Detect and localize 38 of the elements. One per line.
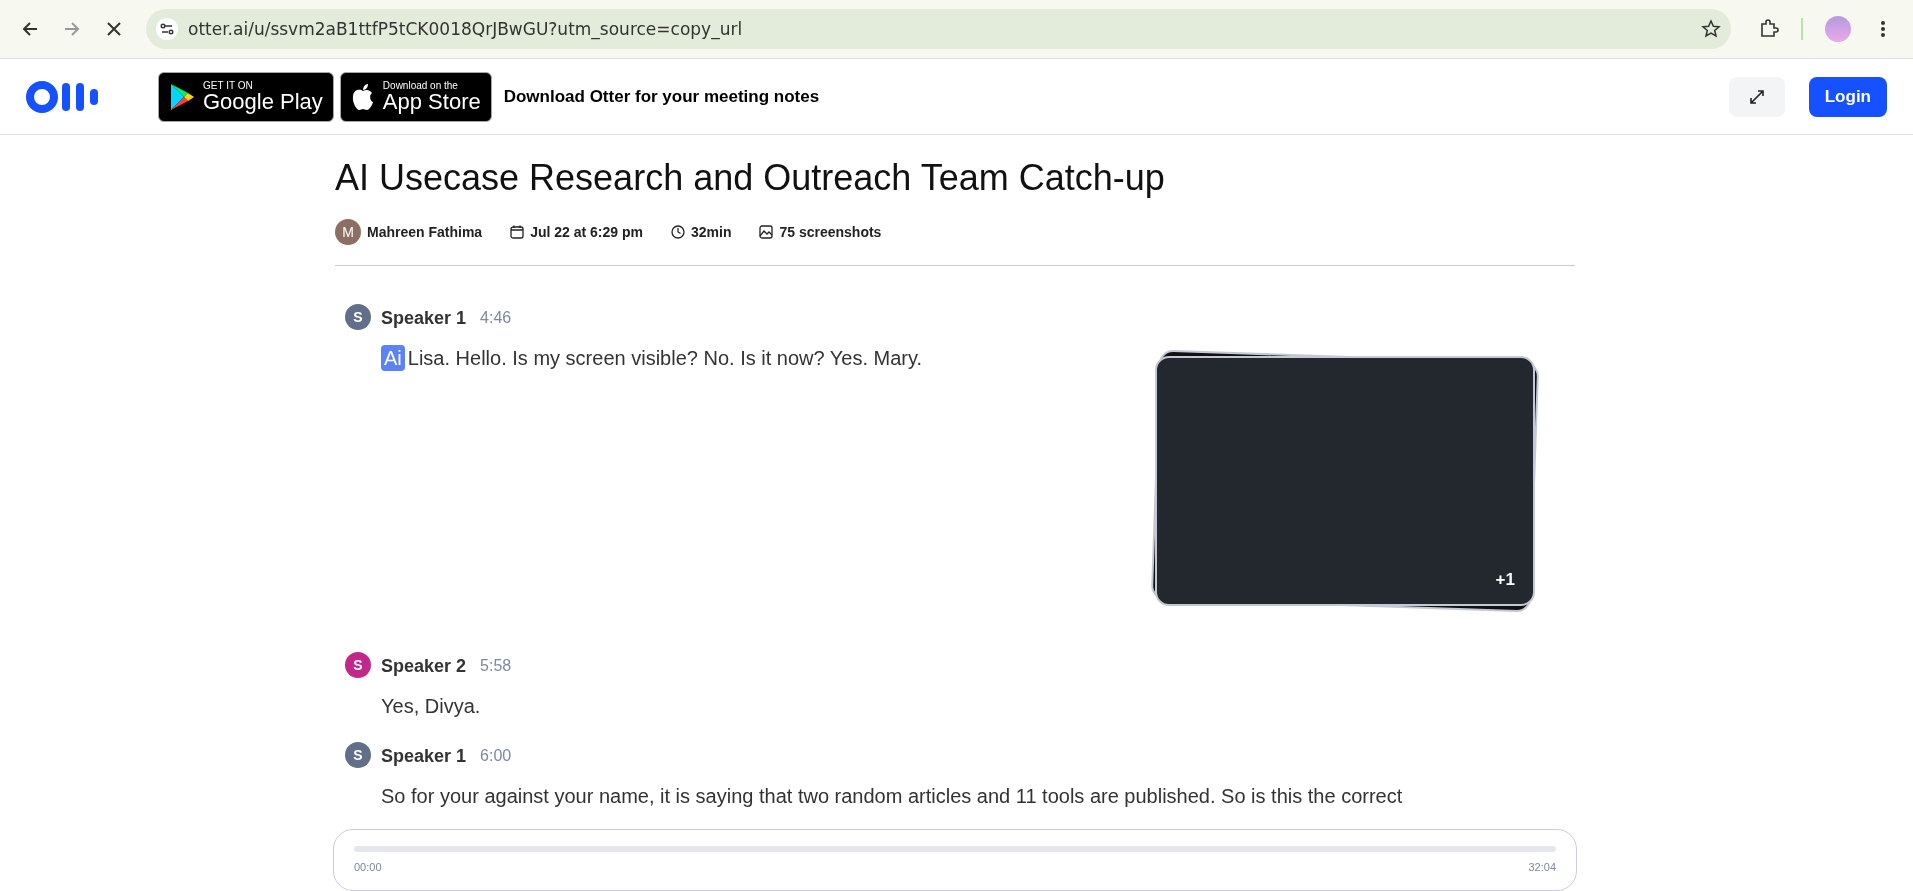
speaker-name: Speaker 2: [381, 655, 467, 677]
more-count: +1: [1495, 570, 1515, 590]
speaker-name: Speaker 1: [381, 745, 467, 767]
speaker-avatar: S: [345, 742, 371, 768]
current-time: 00:00: [354, 861, 382, 873]
meeting-date: Jul 22 at 6:29 pm: [530, 224, 643, 240]
speaker-avatar: S: [345, 652, 371, 678]
total-time: 32:04: [1528, 861, 1556, 873]
apple-icon: [350, 82, 375, 111]
speaker-avatar: S: [345, 304, 371, 330]
expand-icon: [1747, 87, 1766, 106]
url-text: otter.ai/u/ssvm2aB1ttfP5tCK0018QrJBwGU?utm_source=copy_url: [188, 19, 744, 39]
expand-button[interactable]: [1728, 76, 1785, 117]
timestamp[interactable]: 4:46: [480, 309, 512, 327]
login-button[interactable]: Login: [1808, 76, 1887, 117]
tagline: Download Otter for your meeting notes: [503, 86, 821, 107]
timestamp[interactable]: 6:00: [480, 747, 512, 765]
meeting-duration: 32min: [690, 224, 732, 240]
transcript-text: Ai Lisa. Hello. Is my screen visible? No. Is it now? Yes. Mary.: [381, 344, 923, 630]
calendar-icon: [510, 225, 525, 239]
image-icon: [759, 225, 774, 239]
owner-name: Mahreen Fathima: [367, 224, 483, 240]
timestamp[interactable]: 5:58: [480, 657, 512, 675]
transcript-text: Yes, Divya.: [381, 694, 481, 719]
transcript-text: So for your against your name, it is saying that two random articles and 11 tools are published. So is this the correct: [381, 784, 1403, 809]
screenshot-count: 75 screenshots: [779, 224, 882, 240]
clock-icon: [670, 225, 685, 239]
store-badge[interactable]: GET IT ON Google Play: [158, 71, 334, 122]
store-badge[interactable]: Download on the App Store: [339, 71, 492, 122]
tune-icon[interactable]: [156, 18, 178, 40]
meeting-title: AI Usecase Research and Outreach Team Catch-up: [335, 157, 1166, 199]
speaker-name: Speaker 1: [381, 307, 467, 329]
screenshot-thumbnail[interactable]: +1: [1155, 356, 1535, 606]
owner-avatar: M: [335, 219, 361, 245]
address-bar[interactable]: otter.ai/u/ssvm2aB1ttfP5tCK0018QrJBwGU?utm_source=copy_url: [146, 9, 1731, 49]
progress-track[interactable]: [354, 846, 1556, 852]
play-icon: [169, 82, 195, 111]
star-icon[interactable]: [1701, 19, 1721, 39]
